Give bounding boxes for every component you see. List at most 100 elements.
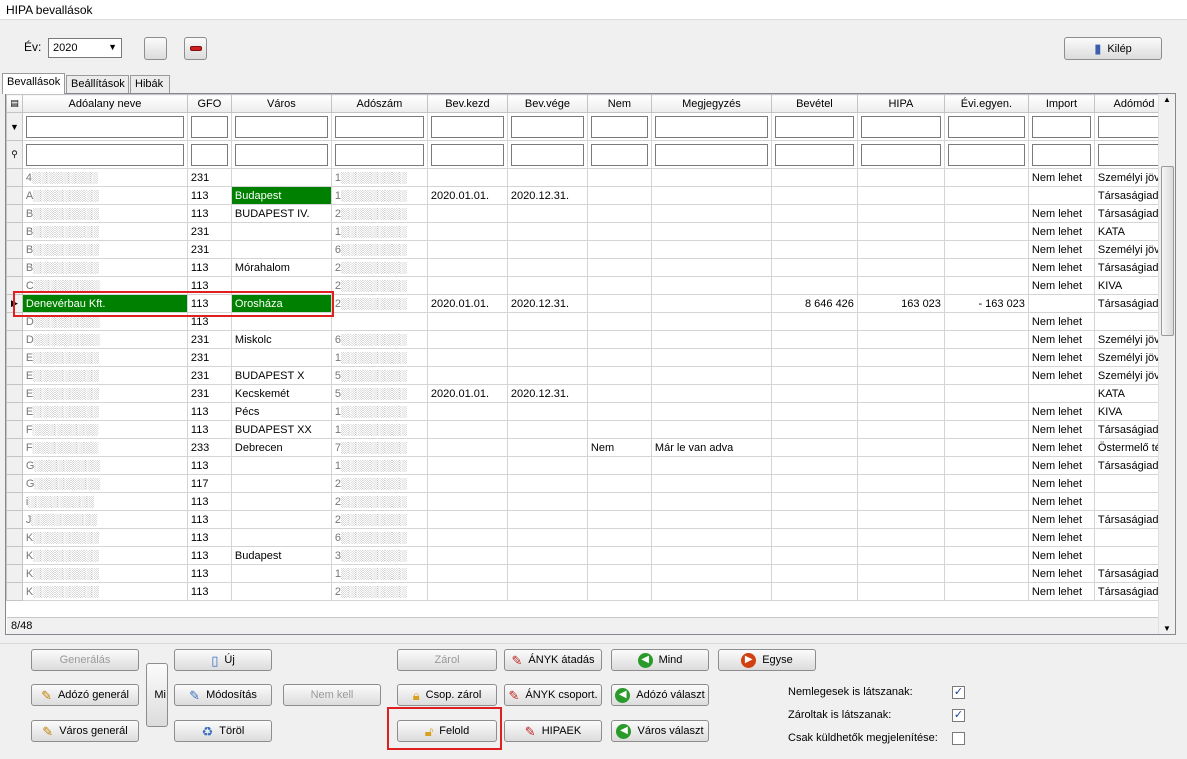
cell-note[interactable]	[650, 240, 772, 259]
cell-gfo[interactable]: 113	[186, 294, 232, 313]
search-input-gfo[interactable]	[190, 143, 228, 166]
row-indicator[interactable]	[6, 348, 23, 367]
cell-name[interactable]: E░░░░░░░░░	[21, 384, 188, 403]
cell-name[interactable]: 4░░░░░░░░░	[21, 168, 188, 187]
not-needed-button[interactable]: Nem kell	[283, 684, 381, 706]
cell-hipa[interactable]	[856, 384, 945, 403]
cell-name[interactable]: E░░░░░░░░░	[21, 402, 188, 421]
cell-end[interactable]: 2020.12.31.	[506, 384, 588, 403]
cell-note[interactable]	[650, 312, 772, 331]
cell-rev[interactable]	[770, 204, 858, 223]
col-header[interactable]: Bevétel	[770, 94, 858, 113]
cell-city[interactable]: Pécs	[230, 402, 332, 421]
col-header[interactable]: Bev.kezd	[426, 94, 508, 113]
only-sendable-checkbox[interactable]	[952, 732, 965, 745]
cell-imp[interactable]: Nem lehet	[1027, 276, 1095, 295]
cell-imp[interactable]: Nem lehet	[1027, 312, 1095, 331]
search-input-start[interactable]	[430, 143, 504, 166]
filter-input-city[interactable]	[234, 115, 328, 138]
col-header[interactable]: Adóalany neve	[21, 94, 188, 113]
cell-nem[interactable]	[586, 492, 652, 511]
table-row[interactable]: F░░░░░░░░░ 233 Debrecen 7░░░░░░░░░ Nem Már le…	[6, 438, 1175, 457]
cell-gfo[interactable]: 231	[186, 384, 232, 403]
cell-rev[interactable]: 8 646 426	[770, 294, 858, 313]
col-header[interactable]: Város	[230, 94, 332, 113]
cell-tax[interactable]: 2░░░░░░░░░	[330, 492, 428, 511]
cell-end[interactable]	[506, 168, 588, 187]
cell-gfo[interactable]: 231	[186, 222, 232, 241]
cell-evi[interactable]	[943, 402, 1029, 421]
row-indicator[interactable]	[6, 258, 23, 277]
cell-end[interactable]	[506, 582, 588, 601]
cell-tax[interactable]: 3░░░░░░░░░	[330, 546, 428, 565]
cell-city[interactable]	[230, 492, 332, 511]
cell-imp[interactable]	[1027, 384, 1095, 403]
cell-name[interactable]: G░░░░░░░░░	[21, 456, 188, 475]
cell-imp[interactable]	[1027, 186, 1095, 205]
cell-start[interactable]	[426, 330, 508, 349]
search-input-evi[interactable]	[947, 143, 1025, 166]
table-row[interactable]: G░░░░░░░░░ 113 1░░░░░░░░░ Nem lehet Társaság…	[6, 456, 1175, 475]
search-input-end[interactable]	[510, 143, 584, 166]
cell-evi[interactable]	[943, 258, 1029, 277]
cell-end[interactable]	[506, 456, 588, 475]
new-button[interactable]: ▯ Új	[174, 649, 272, 671]
cell-start[interactable]	[426, 366, 508, 385]
delete-button[interactable]: ♻ Töröl	[174, 720, 272, 742]
cell-name[interactable]: B░░░░░░░░░	[21, 240, 188, 259]
cell-tax[interactable]: 1░░░░░░░░░	[330, 456, 428, 475]
cell-rev[interactable]	[770, 330, 858, 349]
cell-tax[interactable]: 6░░░░░░░░░	[330, 330, 428, 349]
cell-rev[interactable]	[770, 258, 858, 277]
cell-imp[interactable]: Nem lehet	[1027, 240, 1095, 259]
cell-hipa[interactable]	[856, 420, 945, 439]
cell-city[interactable]	[230, 510, 332, 529]
cell-tax[interactable]: 5░░░░░░░░░	[330, 366, 428, 385]
row-indicator[interactable]	[6, 186, 23, 205]
search-icon[interactable]: ⚲	[6, 140, 23, 169]
cell-name[interactable]: B░░░░░░░░░	[21, 204, 188, 223]
table-row[interactable]: C░░░░░░░░░ 113 2░░░░░░░░░ Nem lehet KIVA	[6, 276, 1175, 295]
cell-nem[interactable]	[586, 456, 652, 475]
cell-hipa[interactable]	[856, 564, 945, 583]
search-input-nem[interactable]	[590, 143, 648, 166]
cell-evi[interactable]	[943, 474, 1029, 493]
cell-hipa[interactable]	[856, 348, 945, 367]
row-indicator[interactable]	[6, 366, 23, 385]
cell-note[interactable]	[650, 510, 772, 529]
cell-city[interactable]	[230, 582, 332, 601]
cell-nem[interactable]	[586, 330, 652, 349]
cell-end[interactable]	[506, 330, 588, 349]
cell-evi[interactable]	[943, 276, 1029, 295]
cell-imp[interactable]: Nem lehet	[1027, 528, 1095, 547]
filter-icon[interactable]: ▼	[6, 112, 23, 141]
cell-start[interactable]	[426, 312, 508, 331]
cell-tax[interactable]: 2░░░░░░░░░	[330, 582, 428, 601]
cell-nem[interactable]	[586, 294, 652, 313]
cell-nem[interactable]	[586, 276, 652, 295]
cell-rev[interactable]	[770, 276, 858, 295]
cell-evi[interactable]	[943, 510, 1029, 529]
remove-button[interactable]	[184, 37, 207, 60]
hipaek-button[interactable]: ✎ HIPAEK	[504, 720, 602, 742]
cell-city[interactable]: BUDAPEST IV.	[230, 204, 332, 223]
table-row[interactable]: F░░░░░░░░░ 113 BUDAPEST XX 1░░░░░░░░░ Nem le…	[6, 420, 1175, 439]
all-button[interactable]: ◀ Mind	[611, 649, 709, 671]
cell-nem[interactable]	[586, 258, 652, 277]
cell-end[interactable]	[506, 366, 588, 385]
table-row[interactable]: K░░░░░░░░░ 113 2░░░░░░░░░ Nem lehet Társaság…	[6, 582, 1175, 601]
year-select[interactable]: 2020 ▼	[48, 38, 122, 58]
cell-start[interactable]	[426, 348, 508, 367]
cell-start[interactable]	[426, 456, 508, 475]
cell-tax[interactable]: 2░░░░░░░░░	[330, 474, 428, 493]
cell-hipa[interactable]	[856, 582, 945, 601]
cell-start[interactable]	[426, 546, 508, 565]
table-row[interactable]: B░░░░░░░░░ 231 6░░░░░░░░░ Nem lehet Személyi…	[6, 240, 1175, 259]
search-input-tax[interactable]	[334, 143, 424, 166]
cell-nem[interactable]	[586, 222, 652, 241]
cell-rev[interactable]	[770, 438, 858, 457]
cell-name[interactable]: J░░░░░░░░░	[21, 510, 188, 529]
cell-name[interactable]: D░░░░░░░░░	[21, 312, 188, 331]
cell-name[interactable]: E░░░░░░░░░	[21, 366, 188, 385]
cell-nem[interactable]	[586, 474, 652, 493]
